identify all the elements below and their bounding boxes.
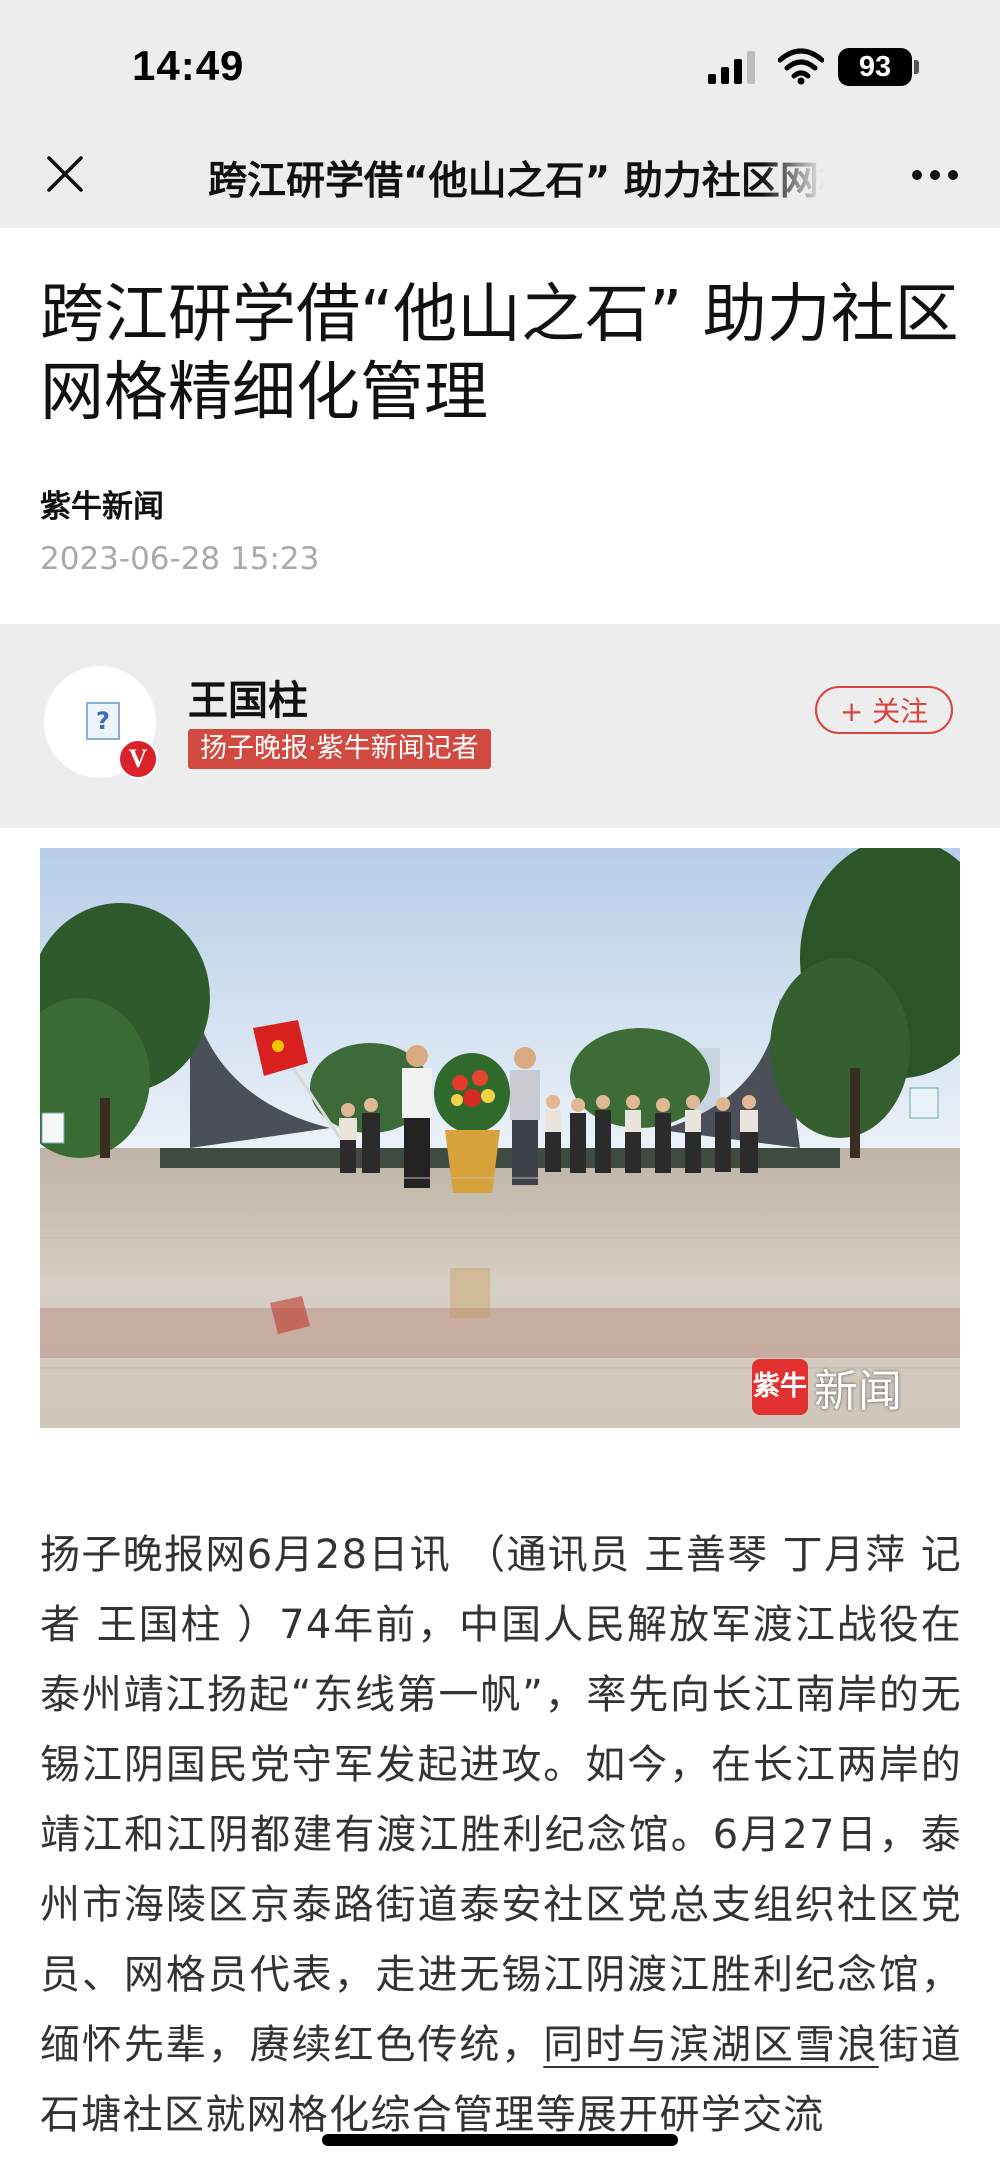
nav-title: 跨江研学借“他山之石” 助力社区网格精细化管理: [208, 159, 824, 202]
author-tag: 扬子晚报·紫牛新闻记者: [188, 729, 491, 769]
article-photo[interactable]: [40, 848, 960, 1428]
broken-image-icon: ?: [86, 702, 120, 740]
body-paragraph-main: 扬子晚报网6月28日讯 （通讯员 王善琴 丁月萍 记者 王国柱 ）74年前，中国…: [40, 1532, 962, 2068]
battery-indicator: 93: [838, 48, 912, 86]
follow-button[interactable]: + 关注: [815, 686, 953, 734]
zi-niu-logo-icon: 紫牛: [752, 1359, 808, 1415]
battery-tip: [914, 60, 919, 74]
cellular-signal-icon: [708, 51, 755, 84]
article-source[interactable]: 紫牛新闻: [40, 481, 164, 526]
watermark-text: 新闻: [814, 1366, 902, 1417]
article-date: 2023-06-28 15:23: [40, 541, 320, 577]
verified-badge-icon: V: [118, 739, 158, 779]
wifi-icon: [778, 48, 824, 85]
photo-watermark: 紫牛 新闻: [752, 1355, 902, 1417]
home-indicator[interactable]: [322, 2134, 678, 2146]
article-title: 跨江研学借“他山之石” 助力社区网格精细化管理: [40, 278, 959, 430]
body-underlined-phrase: 同时与滨湖区雪浪: [543, 2022, 879, 2068]
article-body: 扬子晚报网6月28日讯 （通讯员 王善琴 丁月萍 记者 王国柱 ）74年前，中国…: [40, 1520, 962, 2150]
status-time: 14:49: [132, 42, 245, 89]
close-icon[interactable]: [44, 153, 86, 195]
more-options-icon[interactable]: [910, 168, 960, 182]
author-name[interactable]: 王国柱: [188, 668, 308, 726]
